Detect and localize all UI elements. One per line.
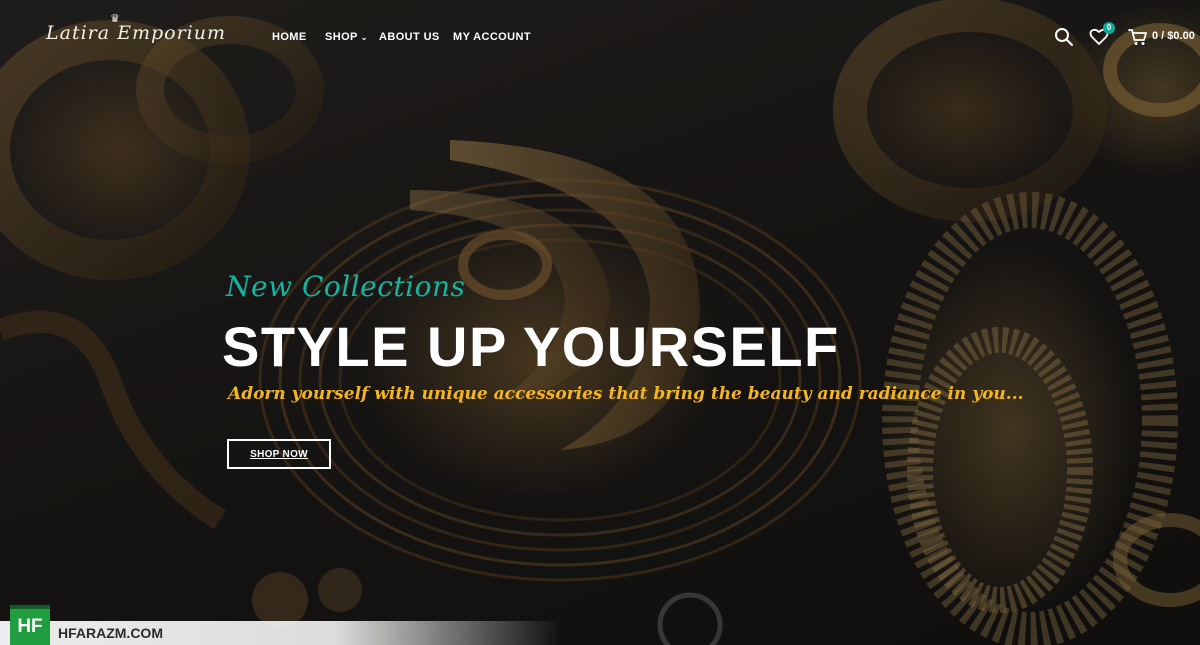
hero-tagline: Adorn yourself with unique accessories t… — [228, 384, 1024, 404]
nav-home[interactable]: HOME — [272, 31, 307, 43]
site-logo-text: Latira Emporium — [46, 22, 227, 44]
cart-total[interactable]: 0 / $0.00 — [1152, 30, 1195, 42]
hero-headline: STYLE UP YOURSELF — [222, 315, 840, 378]
chevron-down-icon: ⌄ — [360, 32, 368, 42]
hero-eyebrow: New Collections — [226, 270, 466, 303]
nav-shop[interactable]: SHOP ⌄ — [325, 31, 368, 43]
nav-my-account[interactable]: MY ACCOUNT — [453, 31, 531, 43]
shop-now-button[interactable]: SHOP NOW — [227, 439, 331, 469]
site-logo[interactable]: ♛ Latira Emporium — [46, 12, 227, 44]
crown-icon: ♛ — [110, 12, 121, 25]
nav-shop-label: SHOP — [325, 31, 358, 43]
search-icon[interactable] — [1054, 27, 1074, 47]
watermark-text: HFARAZM.COM — [58, 625, 163, 641]
wishlist-count-badge: 0 — [1103, 22, 1115, 34]
watermark-logo: HF — [10, 605, 50, 645]
cart-icon[interactable] — [1128, 28, 1148, 46]
nav-about-us[interactable]: ABOUT US — [379, 31, 440, 43]
